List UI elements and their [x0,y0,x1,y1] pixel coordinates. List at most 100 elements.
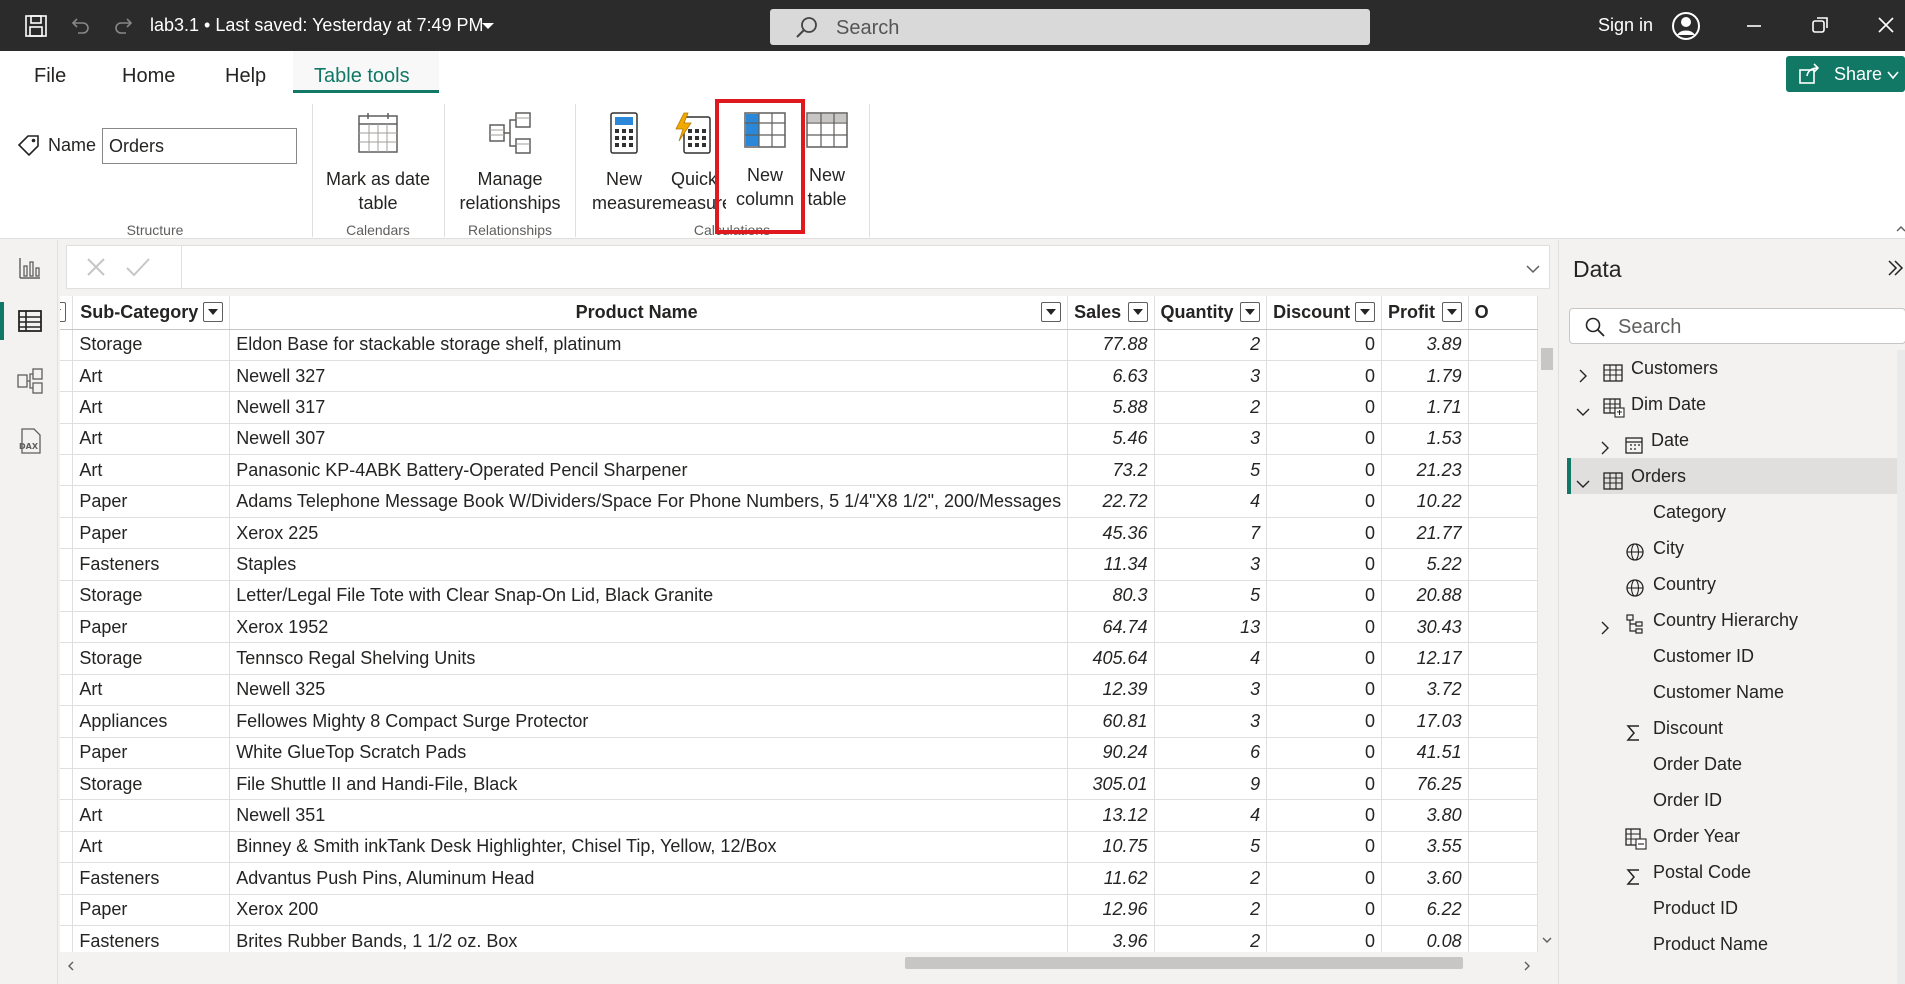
cancel-formula-icon[interactable] [85,256,107,283]
table-cell[interactable]: Office Supplies [60,768,74,801]
table-cell[interactable]: Art [72,454,231,487]
table-cell[interactable] [1468,548,1538,581]
table-cell[interactable]: 3 [1154,548,1268,581]
model-view-icon[interactable] [14,365,46,397]
table-cell[interactable]: Xerox 200 [229,894,1069,926]
table-cell[interactable]: Advantus Push Pins, Aluminum Head [229,862,1069,895]
table-cell[interactable]: White GlueTop Scratch Pads [229,737,1069,769]
table-cell[interactable]: Storage [72,642,231,675]
filter-dropdown-icon[interactable] [60,302,67,322]
table-cell[interactable]: Xerox 1952 [229,611,1069,644]
table-cell[interactable] [1468,768,1538,801]
table-cell[interactable]: Brites Rubber Bands, 1 1/2 oz. Box [229,925,1069,952]
tree-item[interactable]: Postal Code [1559,854,1889,890]
vertical-scrollbar[interactable] [1538,296,1556,952]
table-cell[interactable]: Fasteners [72,925,231,952]
tree-item[interactable]: Order Year [1559,818,1889,854]
table-cell[interactable]: Staples [229,548,1069,581]
table-cell[interactable]: 3 [1154,360,1268,393]
table-cell[interactable]: 21.77 [1381,517,1469,550]
table-cell[interactable]: Office Supplies [60,548,74,581]
table-cell[interactable]: 6.63 [1067,360,1155,393]
table-cell[interactable] [1468,799,1538,832]
table-cell[interactable]: 4 [1154,642,1268,675]
tree-item[interactable]: Country Hierarchy [1559,602,1889,638]
table-cell[interactable]: Paper [72,737,231,769]
table-cell[interactable]: 5 [1154,580,1268,613]
commit-formula-icon[interactable] [125,256,151,283]
filter-dropdown-icon[interactable] [1240,302,1261,322]
table-cell[interactable]: Eldon Base for stackable storage shelf, … [229,329,1069,361]
vertical-scroll-thumb[interactable] [1541,348,1553,370]
table-cell[interactable]: Office Supplies [60,925,74,952]
horizontal-scrollbar[interactable] [60,952,1538,974]
table-cell[interactable]: Office Supplies [60,580,74,613]
table-cell[interactable]: 2 [1154,894,1268,926]
table-cell[interactable]: 90.24 [1067,737,1155,769]
filter-dropdown-icon[interactable] [1441,302,1462,322]
scroll-down-icon[interactable] [1542,932,1552,950]
table-cell[interactable]: 0 [1266,737,1382,769]
table-cell[interactable]: 3.96 [1067,925,1155,952]
table-cell[interactable]: 305.01 [1067,768,1155,801]
table-cell[interactable]: Office Supplies [60,737,74,769]
table-cell[interactable]: Office Supplies [60,360,74,393]
table-cell[interactable] [1468,705,1538,738]
table-cell[interactable]: Office Supplies [60,862,74,895]
table-cell[interactable]: 7 [1154,517,1268,550]
table-cell[interactable]: 5 [1154,831,1268,864]
column-header[interactable]: Discount [1266,296,1382,330]
table-cell[interactable]: 0 [1266,454,1382,487]
table-cell[interactable]: 11.34 [1067,548,1155,581]
table-cell[interactable]: Art [72,831,231,864]
table-cell[interactable]: 3.60 [1381,862,1469,895]
table-cell[interactable]: Office Supplies [60,454,74,487]
filter-dropdown-icon[interactable] [203,302,224,322]
table-cell[interactable] [1468,485,1538,518]
global-search-box[interactable]: Search [770,9,1370,45]
tree-item[interactable]: Date [1559,422,1889,458]
table-cell[interactable]: Newell 325 [229,674,1069,707]
tree-item[interactable]: Orders [1559,458,1889,494]
table-cell[interactable]: 5.46 [1067,423,1155,456]
data-search-input[interactable]: Search [1569,308,1905,344]
tree-item[interactable]: Discount [1559,710,1889,746]
table-cell[interactable]: Fellowes Mighty 8 Compact Surge Protecto… [229,705,1069,738]
table-cell[interactable]: 405.64 [1067,642,1155,675]
table-cell[interactable] [1468,894,1538,926]
table-cell[interactable]: 4 [1154,799,1268,832]
table-cell[interactable] [1468,391,1538,424]
table-cell[interactable]: 13 [1154,611,1268,644]
table-cell[interactable]: Office Supplies [60,674,74,707]
table-cell[interactable]: 3.72 [1381,674,1469,707]
table-cell[interactable]: Office Supplies [60,485,74,518]
minimize-icon[interactable] [1742,13,1766,37]
collapse-ribbon-icon[interactable] [1896,221,1905,239]
document-title[interactable]: lab3.1 • Last saved: Yesterday at 7:49 P… [150,15,484,36]
table-cell[interactable]: 0 [1266,642,1382,675]
table-cell[interactable]: Art [72,674,231,707]
table-cell[interactable]: 0 [1266,423,1382,456]
table-cell[interactable]: Adams Telephone Message Book W/Dividers/… [229,485,1069,518]
table-cell[interactable]: Office Supplies [60,705,74,738]
filter-dropdown-icon[interactable] [1127,302,1148,322]
expand-formula-icon[interactable] [1525,262,1541,280]
filter-dropdown-icon[interactable] [1041,302,1062,322]
report-view-icon[interactable] [14,252,46,284]
share-button[interactable]: Share [1786,56,1905,92]
table-cell[interactable] [1468,862,1538,895]
table-cell[interactable]: 17.03 [1381,705,1469,738]
column-header[interactable]: Category [60,296,74,330]
table-cell[interactable]: 10.22 [1381,485,1469,518]
table-cell[interactable]: 3 [1154,674,1268,707]
table-cell[interactable]: File Shuttle II and Handi-File, Black [229,768,1069,801]
table-cell[interactable]: Office Supplies [60,391,74,424]
table-cell[interactable]: Newell 351 [229,799,1069,832]
tree-item[interactable]: Customer ID [1559,638,1889,674]
table-cell[interactable]: Newell 317 [229,391,1069,424]
table-cell[interactable]: 12.96 [1067,894,1155,926]
table-cell[interactable]: Storage [72,329,231,361]
table-cell[interactable]: Paper [72,611,231,644]
column-header[interactable]: O [1468,296,1538,330]
tree-item[interactable]: Order Date [1559,746,1889,782]
